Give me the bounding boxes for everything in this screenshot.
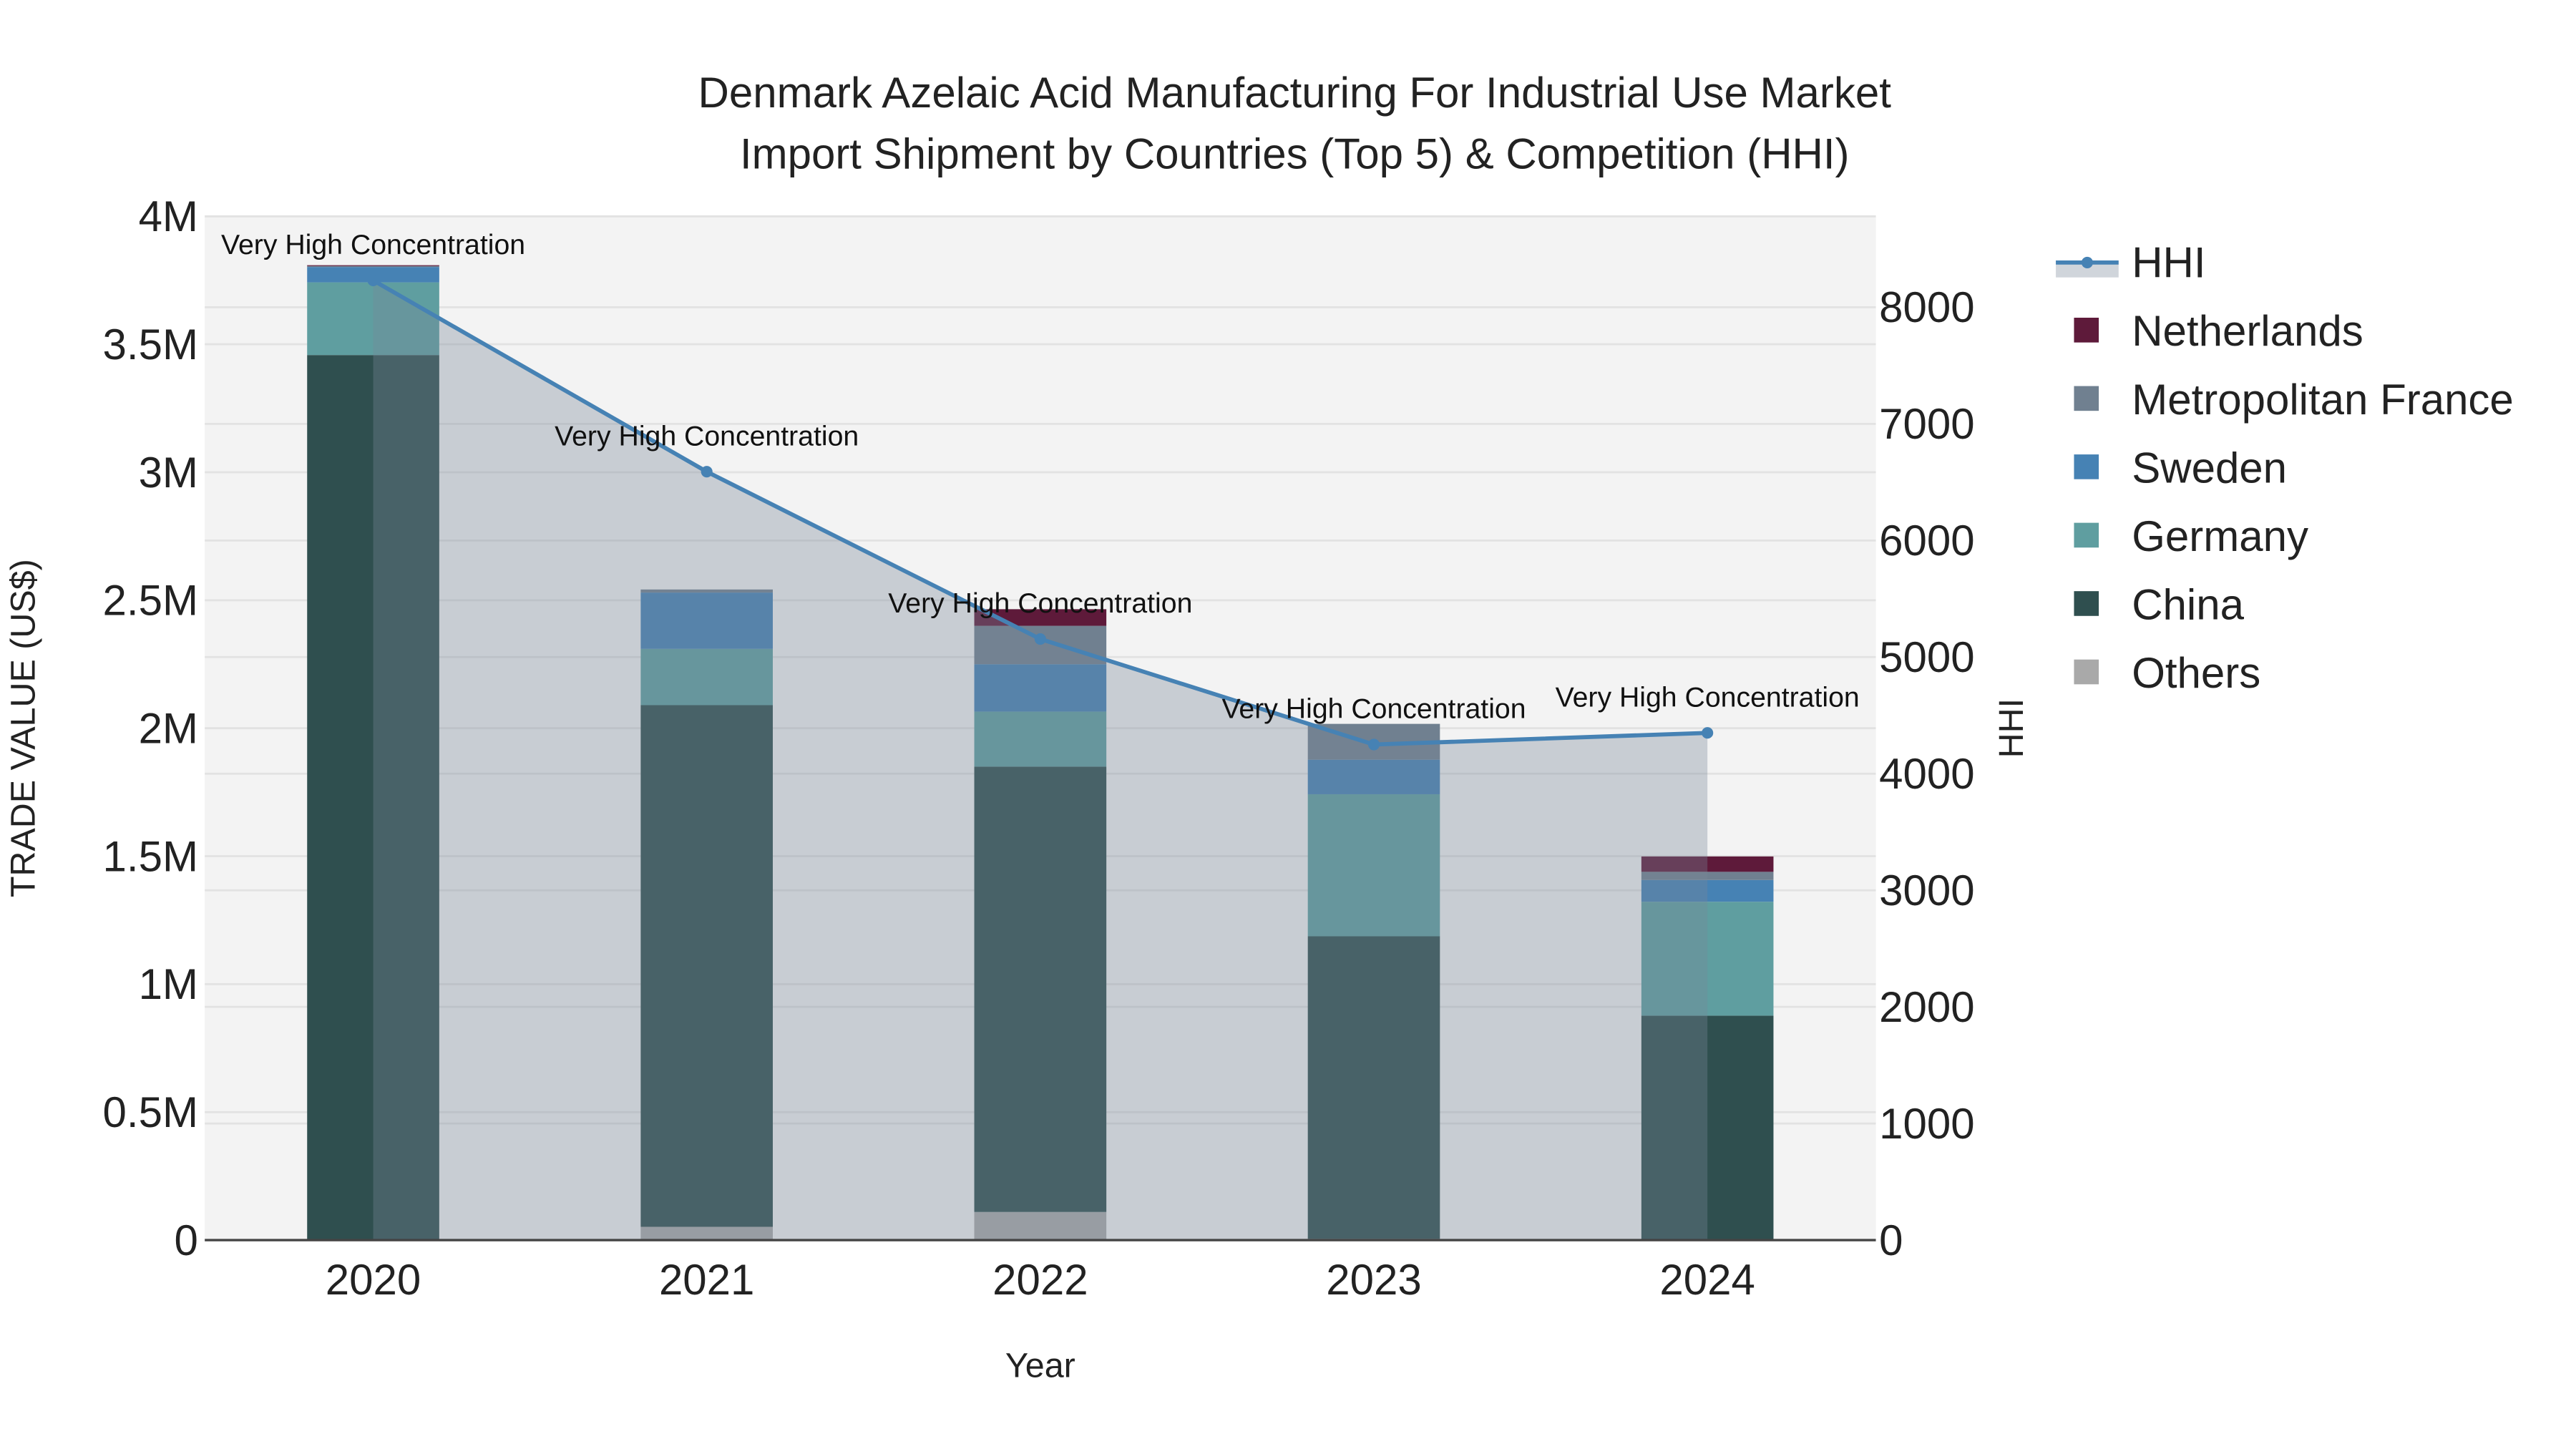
y-tick-label: 3M (139, 449, 198, 497)
y2-tick-label: 2000 (1879, 983, 1974, 1031)
legend-label: Others (2132, 649, 2260, 697)
y-axis-title: TRADE VALUE (US$) (4, 559, 42, 897)
legend-label: China (2132, 580, 2244, 628)
legend-label: Germany (2132, 512, 2308, 560)
legend-swatch (2074, 659, 2099, 685)
hhi-annotation: Very High Concentration (1221, 693, 1526, 725)
legend-item-metropolitan-france[interactable]: Metropolitan France (2074, 376, 2514, 424)
hhi-point (1367, 738, 1380, 751)
hhi-annotation: Very High Concentration (221, 229, 525, 260)
hhi-annotation: Very High Concentration (555, 420, 859, 452)
y-tick-label: 0 (175, 1216, 198, 1264)
legend-swatch (2074, 386, 2099, 411)
x-tick-label: 2024 (1659, 1256, 1755, 1304)
legend-swatch (2074, 591, 2099, 616)
x-tick-label: 2023 (1326, 1256, 1421, 1304)
y2-tick-label: 7000 (1879, 400, 1974, 448)
chart-title-line2: Import Shipment by Countries (Top 5) & C… (740, 130, 1850, 177)
y2-tick-label: 3000 (1879, 867, 1974, 914)
legend-label: HHI (2132, 239, 2205, 287)
y-tick-label: 2M (139, 704, 198, 752)
x-tick-label: 2022 (992, 1256, 1088, 1304)
legend-swatch (2074, 454, 2099, 479)
hhi-point (1034, 633, 1046, 645)
y-tick-label: 2.5M (103, 577, 198, 625)
y-tick-label: 4M (139, 192, 198, 240)
bar-metropolitan-france-2020 (307, 265, 439, 268)
y-tick-label: 0.5M (103, 1088, 198, 1136)
x-tick-label: 2020 (326, 1256, 421, 1304)
chart: Very High Concentration Very High Concent… (0, 0, 2576, 1449)
y-tick-label: 1.5M (103, 832, 198, 880)
legend-label: Metropolitan France (2132, 376, 2514, 424)
legend-label: Netherlands (2132, 307, 2363, 355)
y2-tick-label: 8000 (1879, 283, 1974, 331)
y2-tick-label: 6000 (1879, 517, 1974, 565)
y2-tick-label: 1000 (1879, 1100, 1974, 1148)
x-axis-title: Year (1005, 1347, 1075, 1385)
hhi-point (701, 466, 713, 478)
bar-netherlands-2020 (307, 265, 439, 266)
hhi-annotation: Very High Concentration (888, 587, 1192, 619)
x-tick-label: 2021 (659, 1256, 754, 1304)
y2-tick-label: 5000 (1879, 633, 1974, 681)
hhi-point (367, 274, 379, 287)
y-tick-label: 3.5M (103, 321, 198, 369)
legend-swatch (2074, 318, 2099, 343)
legend-label: Sweden (2132, 444, 2287, 492)
hhi-annotation: Very High Concentration (1556, 681, 1860, 713)
y2-tick-label: 0 (1879, 1216, 1903, 1264)
y2-tick-label: 4000 (1879, 750, 1974, 798)
hhi-point (1702, 727, 1714, 739)
y2-axis-title: HHI (1992, 698, 2031, 758)
legend-swatch (2074, 522, 2099, 548)
chart-title-line1: Denmark Azelaic Acid Manufacturing For I… (698, 69, 1892, 117)
legend-swatch-marker (2081, 256, 2093, 268)
y-tick-label: 1M (139, 960, 198, 1008)
